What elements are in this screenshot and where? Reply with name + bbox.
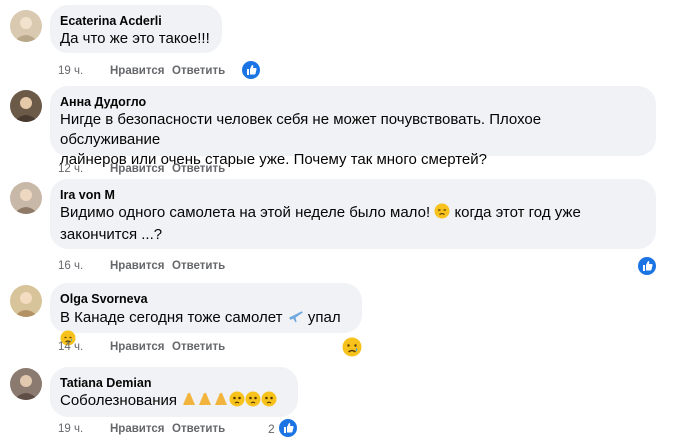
- like-button[interactable]: Нравится: [110, 161, 172, 177]
- comment-text-part: В Канаде сегодня тоже самолет: [60, 309, 283, 326]
- comment-time[interactable]: 16 ч.: [58, 258, 110, 274]
- comment-text-line-1: Нигде в безопасности человек себя не мож…: [60, 111, 546, 148]
- reaction-count[interactable]: 2: [268, 422, 275, 436]
- comment-bubble: Ecaterina Acderli Да что же это такое!!!: [50, 5, 222, 53]
- folded-hands-icon: [181, 391, 229, 413]
- reply-button[interactable]: Ответить: [172, 421, 225, 437]
- comment-text-line-2: закончится ...?: [60, 226, 163, 243]
- like-button[interactable]: Нравится: [110, 63, 172, 79]
- sad-reaction-icon[interactable]: [342, 337, 362, 357]
- avatar[interactable]: [10, 10, 42, 42]
- comment-text-part: Видимо одного самолета на этой неделе бы…: [60, 204, 431, 221]
- airplane-icon: [287, 307, 304, 330]
- comment-author[interactable]: Olga Svorneva: [60, 291, 350, 307]
- comment-text-line-1: Видимо одного самолета на этой неделе бы…: [60, 203, 644, 225]
- avatar-image-icon: [10, 285, 42, 317]
- comment-time[interactable]: 19 ч.: [58, 421, 110, 437]
- avatar-image-icon: [10, 90, 42, 122]
- reply-button[interactable]: Ответить: [172, 339, 225, 355]
- like-reaction-icon[interactable]: [277, 417, 299, 439]
- comment-bubble: Tatiana Demian Соболезнования: [50, 367, 298, 417]
- avatar-image-icon: [10, 10, 42, 42]
- comment-bubble: Olga Svorneva В Канаде сегодня тоже само…: [50, 283, 362, 346]
- avatar[interactable]: [10, 368, 42, 400]
- comment-time[interactable]: 12 ч.: [58, 161, 110, 177]
- reply-button[interactable]: Ответить: [172, 258, 225, 274]
- avatar-image-icon: [10, 182, 42, 214]
- comment-author[interactable]: Ira von M: [60, 187, 644, 203]
- comment-text-part: Соболезнования: [60, 392, 177, 409]
- like-button[interactable]: Нравится: [110, 421, 172, 437]
- avatar[interactable]: [10, 285, 42, 317]
- reply-button[interactable]: Ответить: [172, 161, 225, 177]
- comment-text: Да что же это такое!!!: [60, 30, 210, 47]
- comment-time[interactable]: 14 ч.: [58, 339, 110, 355]
- comment-actions: 19 ч. Нравится Ответить: [58, 421, 225, 437]
- like-button[interactable]: Нравится: [110, 258, 172, 274]
- comment-text: Соболезнования: [60, 391, 286, 413]
- avatar-image-icon: [10, 368, 42, 400]
- like-button[interactable]: Нравится: [110, 339, 172, 355]
- like-reaction-icon[interactable]: [240, 59, 262, 81]
- like-reaction-icon[interactable]: [636, 255, 658, 277]
- comment-time[interactable]: 19 ч.: [58, 63, 110, 79]
- comment-actions: 14 ч. Нравится Ответить: [58, 339, 225, 355]
- comment-author[interactable]: Ecaterina Acderli: [60, 13, 210, 29]
- comment-bubble: Ira von M Видимо одного самолета на этой…: [50, 179, 656, 249]
- avatar[interactable]: [10, 90, 42, 122]
- crying-face-icon: [229, 391, 277, 413]
- comment-author[interactable]: Tatiana Demian: [60, 375, 286, 391]
- comment-actions: 19 ч. Нравится Ответить: [58, 63, 225, 79]
- comment-actions: 16 ч. Нравится Ответить: [58, 258, 225, 274]
- comment-text-part: упал: [307, 309, 341, 326]
- disappointed-face-icon: [434, 203, 450, 225]
- comment-author[interactable]: Анна Дудогло: [60, 94, 644, 110]
- comment-bubble: Анна Дудогло Нигде в безопасности челове…: [50, 86, 656, 168]
- reply-button[interactable]: Ответить: [172, 63, 225, 79]
- avatar[interactable]: [10, 182, 42, 214]
- comment-text-part: когда этот год уже: [454, 204, 581, 221]
- comment-actions: 12 ч. Нравится Ответить: [58, 161, 225, 177]
